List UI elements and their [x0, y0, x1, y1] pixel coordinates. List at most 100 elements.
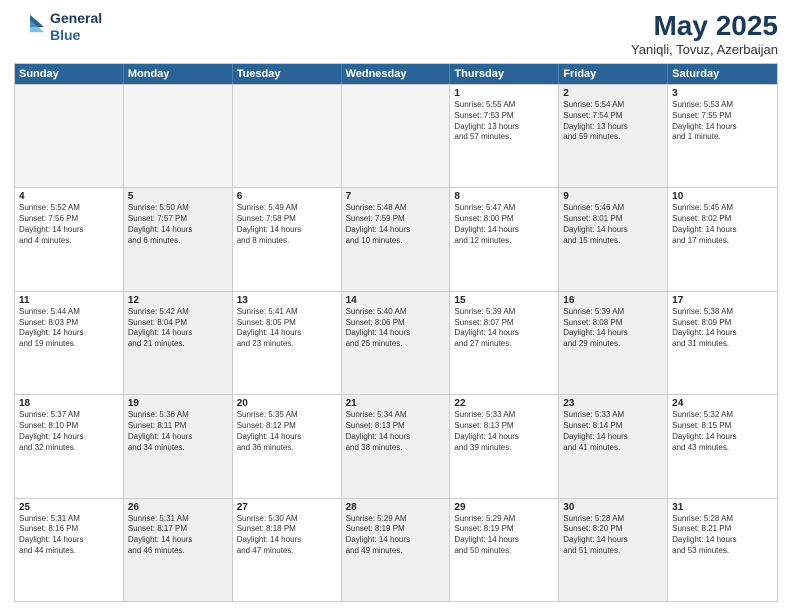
calendar-header: SundayMondayTuesdayWednesdayThursdayFrid… [15, 64, 777, 84]
calendar-row-4: 25Sunrise: 5:31 AM Sunset: 8:16 PM Dayli… [15, 498, 777, 601]
calendar-cell-23: 23Sunrise: 5:33 AM Sunset: 8:14 PM Dayli… [559, 395, 668, 497]
calendar-cell-29: 29Sunrise: 5:29 AM Sunset: 8:19 PM Dayli… [450, 499, 559, 601]
cell-info: Sunrise: 5:30 AM Sunset: 8:18 PM Dayligh… [237, 514, 337, 557]
day-number: 21 [346, 398, 446, 409]
day-number: 16 [563, 295, 663, 306]
cell-info: Sunrise: 5:29 AM Sunset: 8:19 PM Dayligh… [346, 514, 446, 557]
logo-text: General Blue [50, 10, 102, 44]
calendar-cell-28: 28Sunrise: 5:29 AM Sunset: 8:19 PM Dayli… [342, 499, 451, 601]
logo: General Blue [14, 10, 102, 44]
calendar-row-2: 11Sunrise: 5:44 AM Sunset: 8:03 PM Dayli… [15, 291, 777, 394]
header: General Blue May 2025 Yaniqli, Tovuz, Az… [14, 10, 778, 57]
header-day-friday: Friday [559, 64, 668, 84]
calendar-cell-7: 7Sunrise: 5:48 AM Sunset: 7:59 PM Daylig… [342, 188, 451, 290]
title-block: May 2025 Yaniqli, Tovuz, Azerbaijan [631, 10, 778, 57]
calendar-cell-12: 12Sunrise: 5:42 AM Sunset: 8:04 PM Dayli… [124, 292, 233, 394]
header-day-thursday: Thursday [450, 64, 559, 84]
cell-info: Sunrise: 5:54 AM Sunset: 7:54 PM Dayligh… [563, 100, 663, 143]
calendar-cell-empty-0-1 [124, 85, 233, 187]
day-number: 17 [672, 295, 773, 306]
header-day-sunday: Sunday [15, 64, 124, 84]
cell-info: Sunrise: 5:31 AM Sunset: 8:17 PM Dayligh… [128, 514, 228, 557]
calendar-cell-16: 16Sunrise: 5:39 AM Sunset: 8:08 PM Dayli… [559, 292, 668, 394]
calendar-cell-17: 17Sunrise: 5:38 AM Sunset: 8:09 PM Dayli… [668, 292, 777, 394]
cell-info: Sunrise: 5:49 AM Sunset: 7:58 PM Dayligh… [237, 203, 337, 246]
day-number: 10 [672, 191, 773, 202]
page: General Blue May 2025 Yaniqli, Tovuz, Az… [0, 0, 792, 612]
day-number: 25 [19, 502, 119, 513]
day-number: 19 [128, 398, 228, 409]
calendar-cell-18: 18Sunrise: 5:37 AM Sunset: 8:10 PM Dayli… [15, 395, 124, 497]
calendar: SundayMondayTuesdayWednesdayThursdayFrid… [14, 63, 778, 602]
header-day-tuesday: Tuesday [233, 64, 342, 84]
calendar-cell-27: 27Sunrise: 5:30 AM Sunset: 8:18 PM Dayli… [233, 499, 342, 601]
calendar-cell-31: 31Sunrise: 5:28 AM Sunset: 8:21 PM Dayli… [668, 499, 777, 601]
calendar-cell-13: 13Sunrise: 5:41 AM Sunset: 8:05 PM Dayli… [233, 292, 342, 394]
day-number: 27 [237, 502, 337, 513]
calendar-cell-22: 22Sunrise: 5:33 AM Sunset: 8:13 PM Dayli… [450, 395, 559, 497]
calendar-cell-30: 30Sunrise: 5:28 AM Sunset: 8:20 PM Dayli… [559, 499, 668, 601]
cell-info: Sunrise: 5:37 AM Sunset: 8:10 PM Dayligh… [19, 410, 119, 453]
day-number: 6 [237, 191, 337, 202]
cell-info: Sunrise: 5:38 AM Sunset: 8:09 PM Dayligh… [672, 307, 773, 350]
calendar-cell-14: 14Sunrise: 5:40 AM Sunset: 8:06 PM Dayli… [342, 292, 451, 394]
cell-info: Sunrise: 5:44 AM Sunset: 8:03 PM Dayligh… [19, 307, 119, 350]
day-number: 24 [672, 398, 773, 409]
day-number: 3 [672, 88, 773, 99]
calendar-cell-11: 11Sunrise: 5:44 AM Sunset: 8:03 PM Dayli… [15, 292, 124, 394]
calendar-row-1: 4Sunrise: 5:52 AM Sunset: 7:56 PM Daylig… [15, 187, 777, 290]
day-number: 1 [454, 88, 554, 99]
day-number: 4 [19, 191, 119, 202]
day-number: 30 [563, 502, 663, 513]
calendar-cell-4: 4Sunrise: 5:52 AM Sunset: 7:56 PM Daylig… [15, 188, 124, 290]
calendar-cell-empty-0-0 [15, 85, 124, 187]
day-number: 2 [563, 88, 663, 99]
cell-info: Sunrise: 5:46 AM Sunset: 8:01 PM Dayligh… [563, 203, 663, 246]
day-number: 7 [346, 191, 446, 202]
calendar-cell-25: 25Sunrise: 5:31 AM Sunset: 8:16 PM Dayli… [15, 499, 124, 601]
calendar-cell-21: 21Sunrise: 5:34 AM Sunset: 8:13 PM Dayli… [342, 395, 451, 497]
calendar-row-3: 18Sunrise: 5:37 AM Sunset: 8:10 PM Dayli… [15, 394, 777, 497]
day-number: 28 [346, 502, 446, 513]
calendar-cell-empty-0-2 [233, 85, 342, 187]
cell-info: Sunrise: 5:36 AM Sunset: 8:11 PM Dayligh… [128, 410, 228, 453]
calendar-cell-6: 6Sunrise: 5:49 AM Sunset: 7:58 PM Daylig… [233, 188, 342, 290]
day-number: 23 [563, 398, 663, 409]
calendar-cell-8: 8Sunrise: 5:47 AM Sunset: 8:00 PM Daylig… [450, 188, 559, 290]
cell-info: Sunrise: 5:32 AM Sunset: 8:15 PM Dayligh… [672, 410, 773, 453]
day-number: 22 [454, 398, 554, 409]
cell-info: Sunrise: 5:33 AM Sunset: 8:14 PM Dayligh… [563, 410, 663, 453]
subtitle: Yaniqli, Tovuz, Azerbaijan [631, 42, 778, 57]
cell-info: Sunrise: 5:39 AM Sunset: 8:08 PM Dayligh… [563, 307, 663, 350]
cell-info: Sunrise: 5:52 AM Sunset: 7:56 PM Dayligh… [19, 203, 119, 246]
day-number: 11 [19, 295, 119, 306]
cell-info: Sunrise: 5:48 AM Sunset: 7:59 PM Dayligh… [346, 203, 446, 246]
cell-info: Sunrise: 5:31 AM Sunset: 8:16 PM Dayligh… [19, 514, 119, 557]
calendar-cell-15: 15Sunrise: 5:39 AM Sunset: 8:07 PM Dayli… [450, 292, 559, 394]
day-number: 13 [237, 295, 337, 306]
day-number: 8 [454, 191, 554, 202]
day-number: 12 [128, 295, 228, 306]
calendar-cell-24: 24Sunrise: 5:32 AM Sunset: 8:15 PM Dayli… [668, 395, 777, 497]
cell-info: Sunrise: 5:33 AM Sunset: 8:13 PM Dayligh… [454, 410, 554, 453]
header-day-wednesday: Wednesday [342, 64, 451, 84]
header-day-saturday: Saturday [668, 64, 777, 84]
cell-info: Sunrise: 5:35 AM Sunset: 8:12 PM Dayligh… [237, 410, 337, 453]
day-number: 31 [672, 502, 773, 513]
header-day-monday: Monday [124, 64, 233, 84]
day-number: 26 [128, 502, 228, 513]
calendar-cell-2: 2Sunrise: 5:54 AM Sunset: 7:54 PM Daylig… [559, 85, 668, 187]
day-number: 15 [454, 295, 554, 306]
calendar-cell-3: 3Sunrise: 5:53 AM Sunset: 7:55 PM Daylig… [668, 85, 777, 187]
cell-info: Sunrise: 5:45 AM Sunset: 8:02 PM Dayligh… [672, 203, 773, 246]
cell-info: Sunrise: 5:40 AM Sunset: 8:06 PM Dayligh… [346, 307, 446, 350]
cell-info: Sunrise: 5:47 AM Sunset: 8:00 PM Dayligh… [454, 203, 554, 246]
cell-info: Sunrise: 5:28 AM Sunset: 8:20 PM Dayligh… [563, 514, 663, 557]
cell-info: Sunrise: 5:42 AM Sunset: 8:04 PM Dayligh… [128, 307, 228, 350]
day-number: 18 [19, 398, 119, 409]
cell-info: Sunrise: 5:50 AM Sunset: 7:57 PM Dayligh… [128, 203, 228, 246]
day-number: 20 [237, 398, 337, 409]
cell-info: Sunrise: 5:41 AM Sunset: 8:05 PM Dayligh… [237, 307, 337, 350]
cell-info: Sunrise: 5:28 AM Sunset: 8:21 PM Dayligh… [672, 514, 773, 557]
calendar-cell-5: 5Sunrise: 5:50 AM Sunset: 7:57 PM Daylig… [124, 188, 233, 290]
